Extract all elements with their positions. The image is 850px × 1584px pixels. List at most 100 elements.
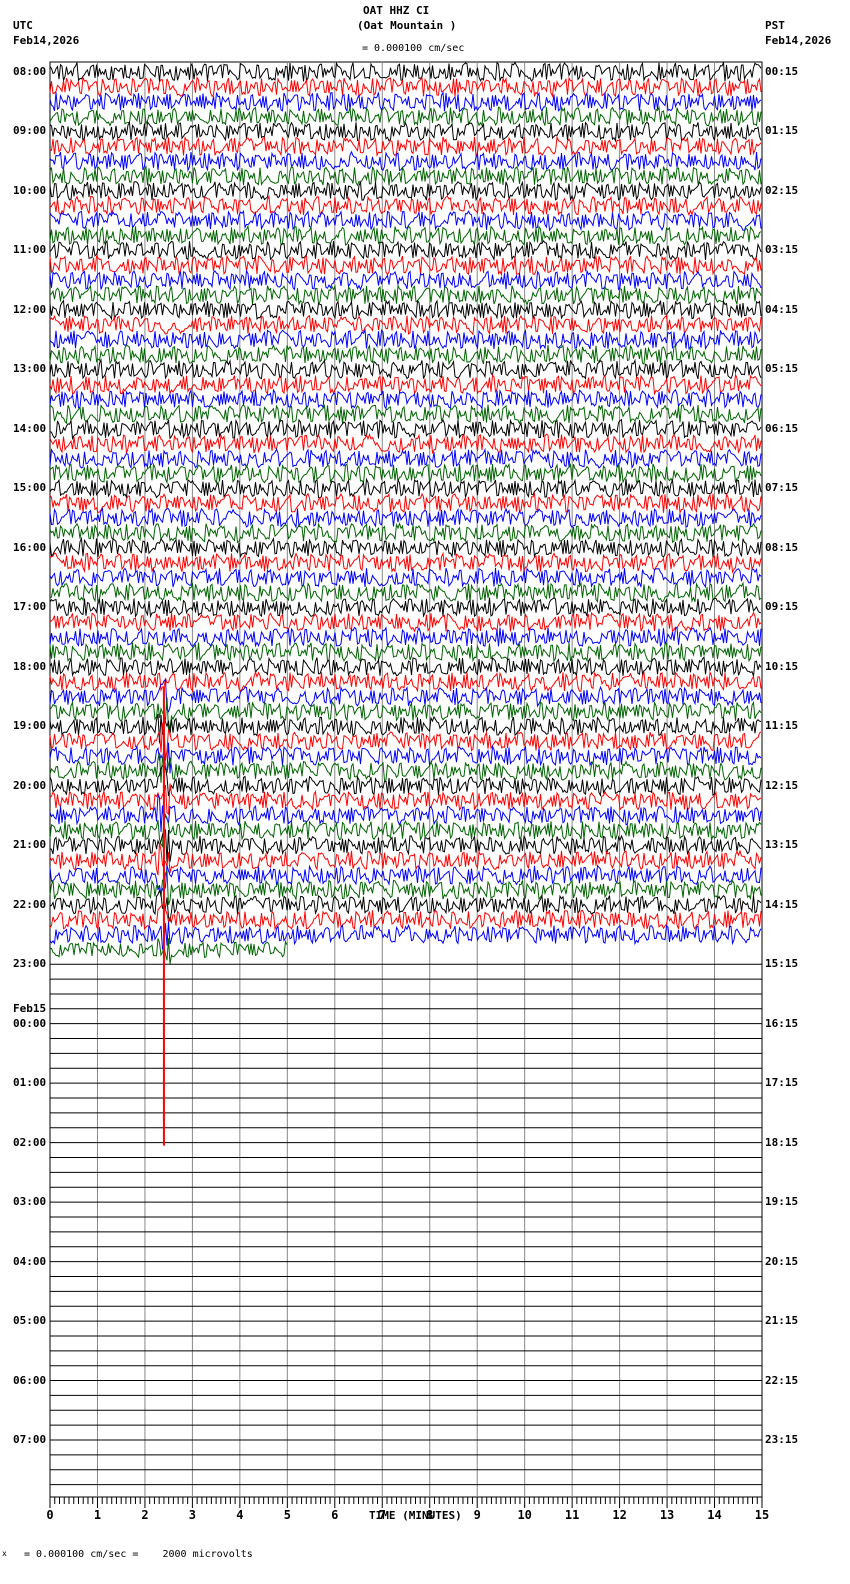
- seismic-trace: [49, 180, 762, 202]
- x-tick-label: 11: [565, 1508, 579, 1522]
- utc-hour-label: 22:00: [13, 897, 47, 911]
- pst-hour-label: 22:15: [765, 1373, 799, 1387]
- utc-hour-label: 02:00: [13, 1135, 47, 1149]
- x-tick-label: 1: [94, 1508, 101, 1522]
- pst-hour-label: 03:15: [765, 243, 799, 257]
- seismic-trace: [49, 697, 762, 731]
- pst-hour-label: 23:15: [765, 1433, 799, 1447]
- pst-hour-label: 16:15: [765, 1016, 799, 1030]
- seismic-trace: [49, 165, 762, 187]
- pst-hour-label: 10:15: [765, 659, 799, 673]
- utc-hour-label: 07:00: [13, 1433, 47, 1447]
- seismic-trace: [49, 343, 762, 366]
- seismic-trace: [49, 447, 762, 470]
- seismic-trace: [49, 403, 762, 425]
- seismic-trace: [49, 938, 288, 965]
- pst-hour-label: 04:15: [765, 302, 799, 316]
- seismic-trace: [49, 328, 762, 351]
- seismic-trace: [49, 314, 762, 336]
- seismic-trace: [49, 298, 762, 321]
- utc-hour-label: 23:00: [13, 957, 47, 971]
- seismic-trace: [49, 611, 762, 633]
- seismic-trace: [49, 418, 762, 441]
- pst-hour-label: 02:15: [765, 183, 799, 197]
- seismic-trace: [49, 903, 762, 932]
- utc-hour-label: 17:00: [13, 600, 47, 614]
- pst-hour-label: 21:15: [765, 1314, 799, 1328]
- utc-hour-label: 19:00: [13, 719, 47, 733]
- pst-hour-label: 09:15: [765, 600, 799, 614]
- pst-hour-label: 19:15: [765, 1195, 799, 1209]
- seismic-trace: [49, 150, 762, 173]
- pst-hour-label: 12:15: [765, 778, 799, 792]
- seismic-trace: [49, 224, 762, 247]
- x-tick-label: 2: [141, 1508, 148, 1522]
- utc-hour-label: 20:00: [13, 778, 47, 792]
- x-tick-label: 13: [660, 1508, 674, 1522]
- seismic-trace: [49, 90, 762, 113]
- pst-hour-label: 07:15: [765, 481, 799, 495]
- pst-hour-label: 17:15: [765, 1076, 799, 1090]
- seismic-trace: [49, 254, 762, 277]
- utc-hour-label: 16:00: [13, 540, 47, 554]
- utc-hour-label: 12:00: [13, 302, 47, 316]
- pst-hour-label: 18:15: [765, 1135, 799, 1149]
- utc-hour-label: 04:00: [13, 1254, 47, 1268]
- date-change-label: Feb15: [13, 1001, 47, 1015]
- pst-hour-label: 13:15: [765, 838, 799, 852]
- x-tick-label: 15: [755, 1508, 769, 1522]
- seismic-trace: [49, 783, 762, 816]
- seismic-trace: [49, 567, 762, 589]
- seismic-trace: [49, 551, 762, 574]
- seismic-trace: [49, 61, 762, 83]
- utc-hour-label: 10:00: [13, 183, 47, 197]
- utc-hour-label: 14:00: [13, 421, 47, 435]
- seismic-trace: [49, 462, 762, 485]
- seismic-trace: [49, 828, 762, 863]
- pst-hour-label: 11:15: [765, 719, 799, 733]
- utc-hour-label: 00:00: [13, 1016, 47, 1030]
- seismic-trace: [49, 283, 762, 307]
- helicorder-plot: 0 1 2 3 4 5 6 7 8 9 10 11 12 13 14 15: [46, 61, 769, 1522]
- x-tick-label: 12: [612, 1508, 626, 1522]
- utc-hour-label: 15:00: [13, 481, 47, 495]
- x-tick-label: 8: [426, 1508, 433, 1522]
- seismic-trace: [49, 477, 762, 499]
- pst-hour-label: 08:15: [765, 540, 799, 554]
- seismic-trace: [49, 522, 762, 544]
- x-tick-label: 10: [517, 1508, 531, 1522]
- pst-hour-label: 15:15: [765, 957, 799, 971]
- utc-hour-label: 11:00: [13, 243, 47, 257]
- pst-hour-label: 20:15: [765, 1254, 799, 1268]
- utc-hour-label: 18:00: [13, 659, 47, 673]
- utc-hour-label: 08:00: [13, 65, 47, 78]
- seismic-trace: [49, 670, 762, 693]
- x-tick-label: 14: [707, 1508, 721, 1522]
- utc-hour-label: 21:00: [13, 838, 47, 852]
- utc-hour-label: 06:00: [13, 1373, 47, 1387]
- pst-hour-label: 01:15: [765, 124, 799, 138]
- seismic-trace: [49, 655, 762, 678]
- utc-hour-label: 05:00: [13, 1314, 47, 1328]
- utc-hour-label: 13:00: [13, 362, 47, 376]
- seismic-trace: [49, 372, 762, 396]
- x-tick-label: 3: [189, 1508, 196, 1522]
- seismic-trace: [49, 120, 762, 143]
- seismic-trace: [49, 536, 762, 559]
- pst-hour-label: 00:15: [765, 65, 799, 78]
- x-tick-label: 0: [46, 1508, 53, 1522]
- x-tick-label: 9: [474, 1508, 481, 1522]
- pst-hour-label: 06:15: [765, 421, 799, 435]
- x-tick-label: 4: [236, 1508, 243, 1522]
- x-tick-label: 6: [331, 1508, 338, 1522]
- utc-hour-label: 01:00: [13, 1076, 47, 1090]
- seismic-trace: [49, 135, 762, 158]
- seismic-trace: [49, 76, 762, 98]
- utc-hour-label: 03:00: [13, 1195, 47, 1209]
- x-tick-label: 7: [379, 1508, 386, 1522]
- seismic-trace: [49, 209, 762, 232]
- utc-hour-label: 09:00: [13, 124, 47, 138]
- seismic-trace: [49, 194, 762, 217]
- seismic-trace: [49, 921, 762, 950]
- pst-hour-label: 14:15: [765, 897, 799, 911]
